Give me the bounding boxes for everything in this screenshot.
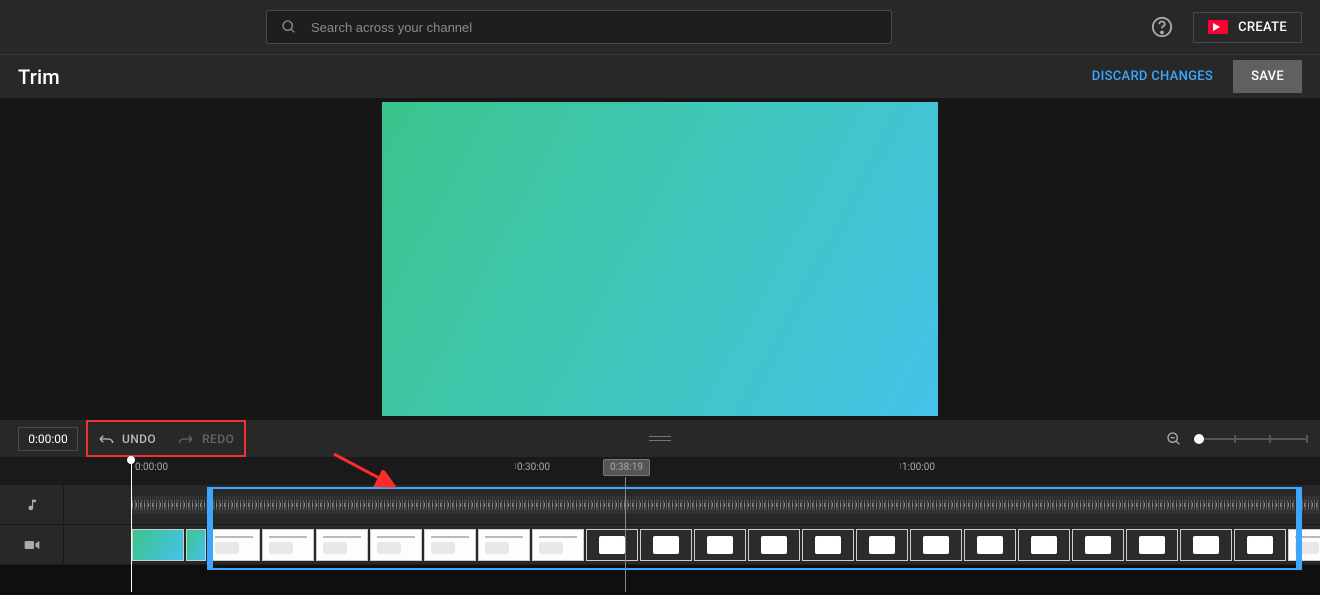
video-camera-icon (24, 539, 40, 551)
zoom-slider-knob[interactable] (1194, 434, 1204, 444)
redo-button[interactable]: REDO (178, 432, 234, 446)
timeline-thumb[interactable] (1018, 529, 1070, 561)
timeline-thumb[interactable] (748, 529, 800, 561)
scrubber-line[interactable] (625, 477, 626, 592)
playhead[interactable] (131, 457, 132, 592)
timeline-thumb[interactable] (478, 529, 530, 561)
timeline-controls: 0:00:00 UNDO REDO (0, 420, 1320, 457)
discard-changes-button[interactable]: DISCARD CHANGES (1072, 61, 1233, 92)
waveform: /*noop*/ (64, 485, 1320, 524)
timeline-thumb[interactable] (802, 529, 854, 561)
undo-redo-highlight: UNDO REDO (86, 420, 246, 457)
help-icon[interactable] (1151, 16, 1173, 38)
current-time-display[interactable]: 0:00:00 (18, 427, 78, 451)
audio-track-row: /*noop*/ (0, 485, 1320, 525)
search-icon (281, 19, 297, 35)
timeline-thumb[interactable] (910, 529, 962, 561)
video-camera-icon (1208, 20, 1228, 34)
search-box[interactable] (266, 10, 892, 44)
page-title-bar: Trim DISCARD CHANGES SAVE (0, 54, 1320, 98)
timeline-thumb[interactable] (1072, 529, 1124, 561)
page-title: Trim (18, 65, 60, 89)
video-track[interactable] (64, 525, 1320, 564)
music-note-icon (25, 497, 39, 513)
video-track-row (0, 525, 1320, 565)
timeline-thumb[interactable] (1126, 529, 1178, 561)
zoom-slider[interactable] (1198, 438, 1306, 440)
audio-track[interactable]: /*noop*/ (64, 485, 1320, 524)
video-preview[interactable] (382, 102, 938, 416)
timeline-thumb[interactable] (586, 529, 638, 561)
timeline-thumb[interactable] (856, 529, 908, 561)
app-top-bar: CREATE (0, 0, 1320, 54)
undo-label: UNDO (122, 432, 156, 446)
timeline-thumb[interactable] (1288, 529, 1320, 561)
ruler-mark: 0:00:00 (135, 462, 168, 473)
redo-label: REDO (202, 432, 234, 446)
zoom-out-icon[interactable] (1166, 431, 1182, 447)
timeline-thumb[interactable] (186, 529, 206, 561)
timeline-thumb[interactable] (316, 529, 368, 561)
ruler-mark: 0:30:00 (517, 462, 550, 473)
timeline-thumb[interactable] (132, 529, 184, 561)
timeline-thumb[interactable] (262, 529, 314, 561)
timeline-thumb[interactable] (1180, 529, 1232, 561)
redo-icon (178, 433, 194, 445)
undo-button[interactable]: UNDO (98, 432, 156, 446)
timeline-thumb[interactable] (370, 529, 422, 561)
timeline-thumb[interactable] (208, 529, 260, 561)
create-button-label: CREATE (1238, 20, 1287, 35)
timeline-thumb[interactable] (640, 529, 692, 561)
timeline-thumb[interactable] (694, 529, 746, 561)
timeline-zoom-controls (1166, 431, 1306, 447)
timeline-thumb[interactable] (1234, 529, 1286, 561)
timeline-thumb[interactable] (424, 529, 476, 561)
timeline-thumb[interactable] (532, 529, 584, 561)
save-button[interactable]: SAVE (1233, 60, 1302, 93)
timeline-thumb[interactable] (964, 529, 1016, 561)
undo-icon (98, 433, 114, 445)
timeline-ruler[interactable]: 0:00:00 0:30:00 1:00:00 0:38:19 (0, 457, 1320, 485)
panel-resize-handle[interactable] (649, 436, 671, 441)
annotation-arrow (328, 450, 408, 494)
scrubber-time-flag[interactable]: 0:38:19 (603, 459, 650, 476)
create-button[interactable]: CREATE (1193, 12, 1302, 43)
ruler-mark: 1:00:00 (902, 462, 935, 473)
video-preview-area (0, 98, 1320, 420)
search-input[interactable] (311, 20, 877, 35)
